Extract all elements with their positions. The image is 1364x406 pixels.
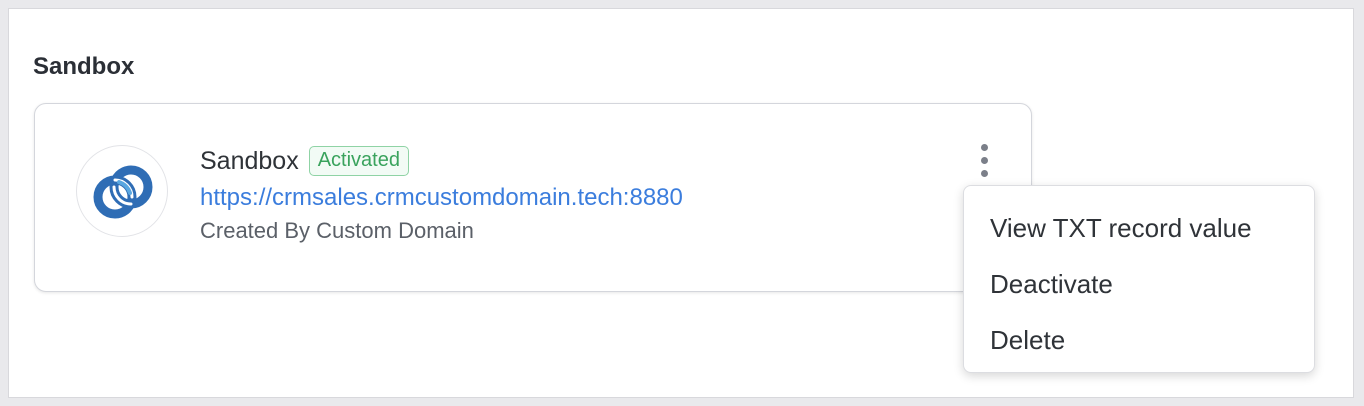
vertical-ellipsis-icon xyxy=(981,170,988,177)
options-dropdown-menu: View TXT record value Deactivate Delete xyxy=(963,185,1315,373)
created-by-text: Created By Custom Domain xyxy=(200,218,474,243)
vertical-ellipsis-icon xyxy=(981,144,988,151)
more-options-button[interactable] xyxy=(971,144,997,180)
sandbox-url-link[interactable]: https://crmsales.crmcustomdomain.tech:88… xyxy=(200,182,683,214)
sandbox-panel: Sandbox Sandbox Activated https://crmsal… xyxy=(8,8,1354,398)
status-badge: Activated xyxy=(308,146,409,176)
vertical-ellipsis-icon xyxy=(981,157,988,164)
sandbox-name: Sandbox xyxy=(200,147,299,175)
menu-item-view-txt-record[interactable]: View TXT record value xyxy=(964,200,1314,256)
linked-rings-logo-icon xyxy=(76,145,168,237)
menu-item-deactivate[interactable]: Deactivate xyxy=(964,256,1314,312)
section-title: Sandbox xyxy=(33,53,135,80)
name-row: Sandbox Activated xyxy=(200,144,683,178)
sandbox-info: Sandbox Activated https://crmsales.crmcu… xyxy=(200,144,683,248)
menu-item-delete[interactable]: Delete xyxy=(964,312,1314,368)
sandbox-card: Sandbox Activated https://crmsales.crmcu… xyxy=(34,103,1032,292)
